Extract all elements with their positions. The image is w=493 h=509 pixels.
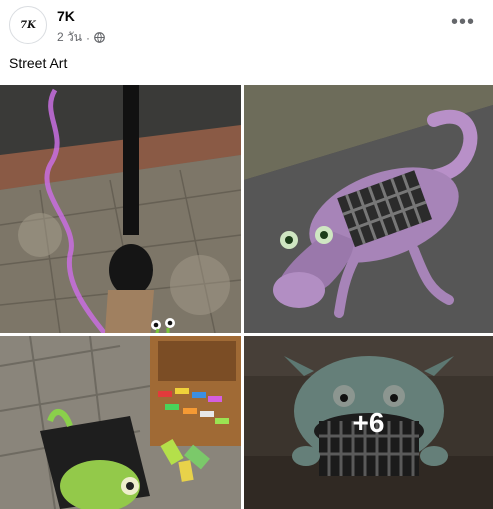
page-avatar[interactable]: 7K — [9, 6, 47, 44]
post-timestamp[interactable]: 2 วัน — [57, 28, 82, 47]
photo-3-image — [0, 336, 241, 509]
photo-2-image — [244, 85, 493, 333]
post-meta: 2 วัน · — [57, 28, 105, 47]
post-header: 7K 7K 2 วัน · ••• — [0, 0, 493, 50]
photo-3[interactable] — [0, 336, 241, 509]
photo-1[interactable] — [0, 85, 241, 333]
post-caption: Street Art — [9, 55, 68, 71]
meta-separator: · — [85, 30, 90, 45]
page-name-link[interactable]: 7K — [57, 8, 75, 24]
photo-2[interactable] — [244, 85, 493, 333]
more-horizontal-icon: ••• — [451, 11, 476, 33]
more-photos-overlay[interactable]: +6 — [244, 336, 493, 509]
post-options-button[interactable]: ••• — [451, 10, 475, 34]
photo-1-image — [0, 85, 241, 333]
globe-icon — [94, 32, 105, 43]
